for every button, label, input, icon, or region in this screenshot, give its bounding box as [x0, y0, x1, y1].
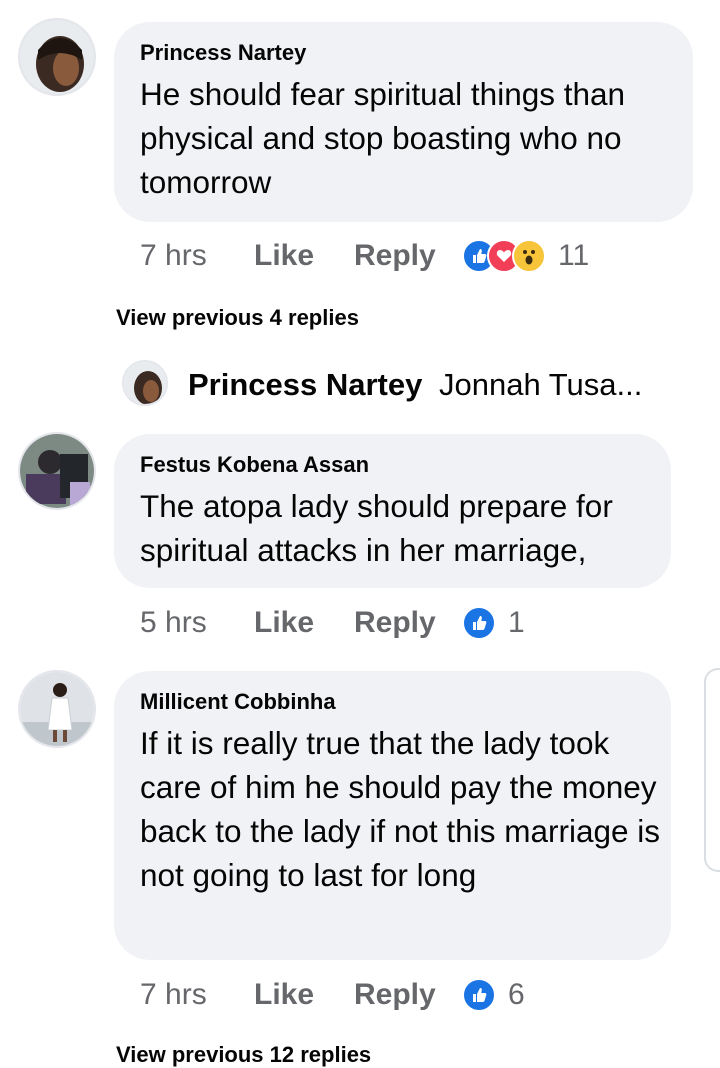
comment-bubble: Festus Kobena Assan The atopa lady shoul… — [114, 434, 671, 588]
avatar[interactable] — [122, 360, 168, 406]
comment-actions: 5 hrs Like Reply 1 — [140, 603, 525, 643]
reply-author: Princess Nartey — [188, 367, 423, 402]
reaction-count: 1 — [508, 606, 525, 639]
reply-button[interactable]: Reply — [354, 606, 462, 640]
comment-bubble: Millicent Cobbinha If it is really true … — [114, 671, 671, 960]
avatar[interactable] — [18, 432, 96, 510]
reply-button[interactable]: Reply — [354, 239, 462, 273]
comment-time[interactable]: 7 hrs — [140, 978, 254, 1012]
avatar[interactable] — [18, 670, 96, 748]
comment-author[interactable]: Princess Nartey — [140, 40, 306, 66]
like-button[interactable]: Like — [254, 239, 354, 273]
reply-snippet: Jonnah Tusa... — [439, 367, 643, 402]
profile-photo-icon — [20, 434, 94, 508]
like-button[interactable]: Like — [254, 978, 354, 1012]
view-previous-replies-link[interactable]: View previous 4 replies — [116, 305, 359, 331]
comment-author[interactable]: Millicent Cobbinha — [140, 689, 336, 715]
comment-text: The atopa lady should prepare for spirit… — [140, 488, 613, 568]
comment-bubble: Princess Nartey He should fear spiritual… — [114, 22, 693, 222]
comment-text: If it is really true that the lady took … — [140, 725, 660, 893]
comment-actions: 7 hrs Like Reply 11 — [140, 236, 589, 276]
like-button[interactable]: Like — [254, 606, 354, 640]
like-icon — [462, 606, 496, 640]
comment-time[interactable]: 7 hrs — [140, 239, 254, 273]
reaction-count: 11 — [558, 239, 590, 272]
reactions-summary[interactable]: 11 — [462, 239, 589, 273]
comment-actions: 7 hrs Like Reply 6 — [140, 975, 525, 1015]
comment-time[interactable]: 5 hrs — [140, 606, 254, 640]
profile-photo-icon — [20, 20, 94, 94]
reactions-summary[interactable]: 6 — [462, 978, 525, 1012]
avatar[interactable] — [18, 18, 96, 96]
profile-photo-icon — [20, 672, 94, 746]
comment-text: He should fear spiritual things than phy… — [140, 76, 626, 200]
profile-photo-icon — [124, 362, 166, 404]
reply-button[interactable]: Reply — [354, 978, 462, 1012]
view-previous-replies-link[interactable]: View previous 12 replies — [116, 1042, 371, 1068]
reactions-summary[interactable]: 1 — [462, 606, 525, 640]
floating-panel-edge — [704, 668, 720, 872]
comment-author[interactable]: Festus Kobena Assan — [140, 452, 369, 478]
reply-preview[interactable]: Princess Nartey Jonnah Tusa... — [188, 366, 642, 404]
like-icon — [462, 978, 496, 1012]
wow-icon — [512, 239, 546, 273]
reaction-count: 6 — [508, 978, 525, 1011]
